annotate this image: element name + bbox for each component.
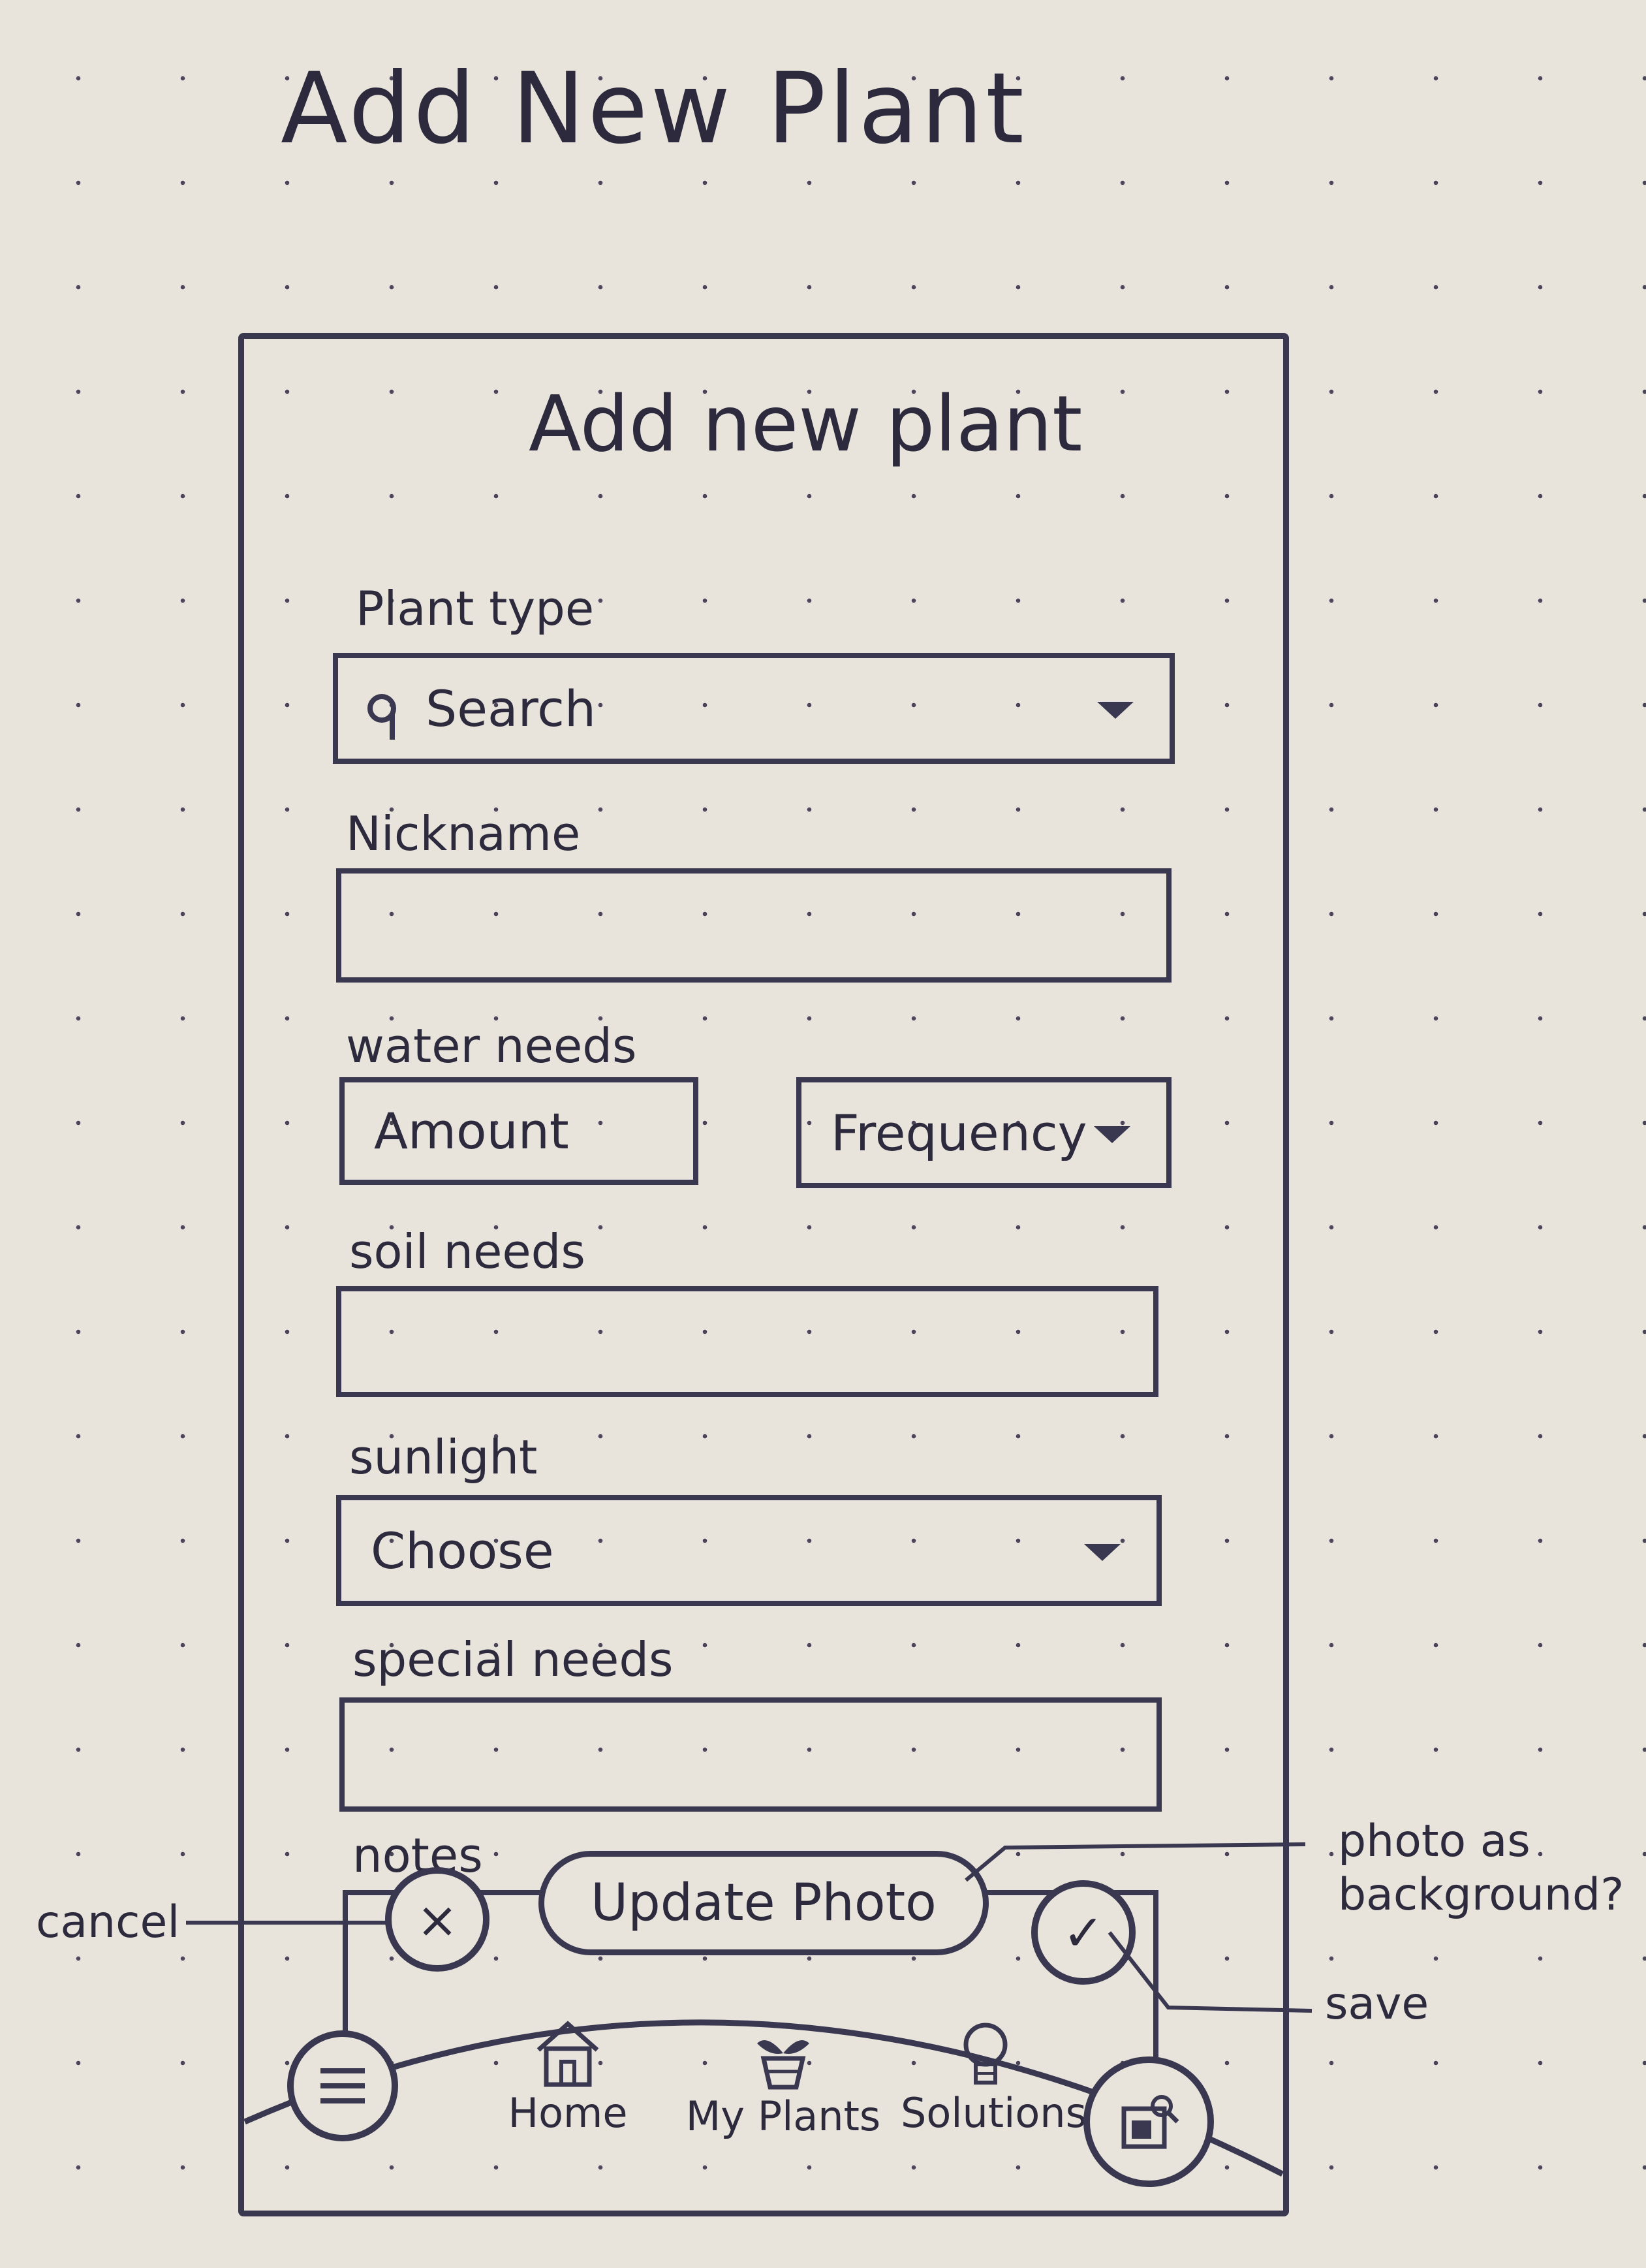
cancel-annotation: cancel (36, 1897, 180, 1948)
annotation-leaders (186, 1842, 1312, 2013)
photo-background-annotation: photo as background? (1338, 1816, 1624, 1921)
save-annotation: save (1325, 1978, 1429, 2030)
